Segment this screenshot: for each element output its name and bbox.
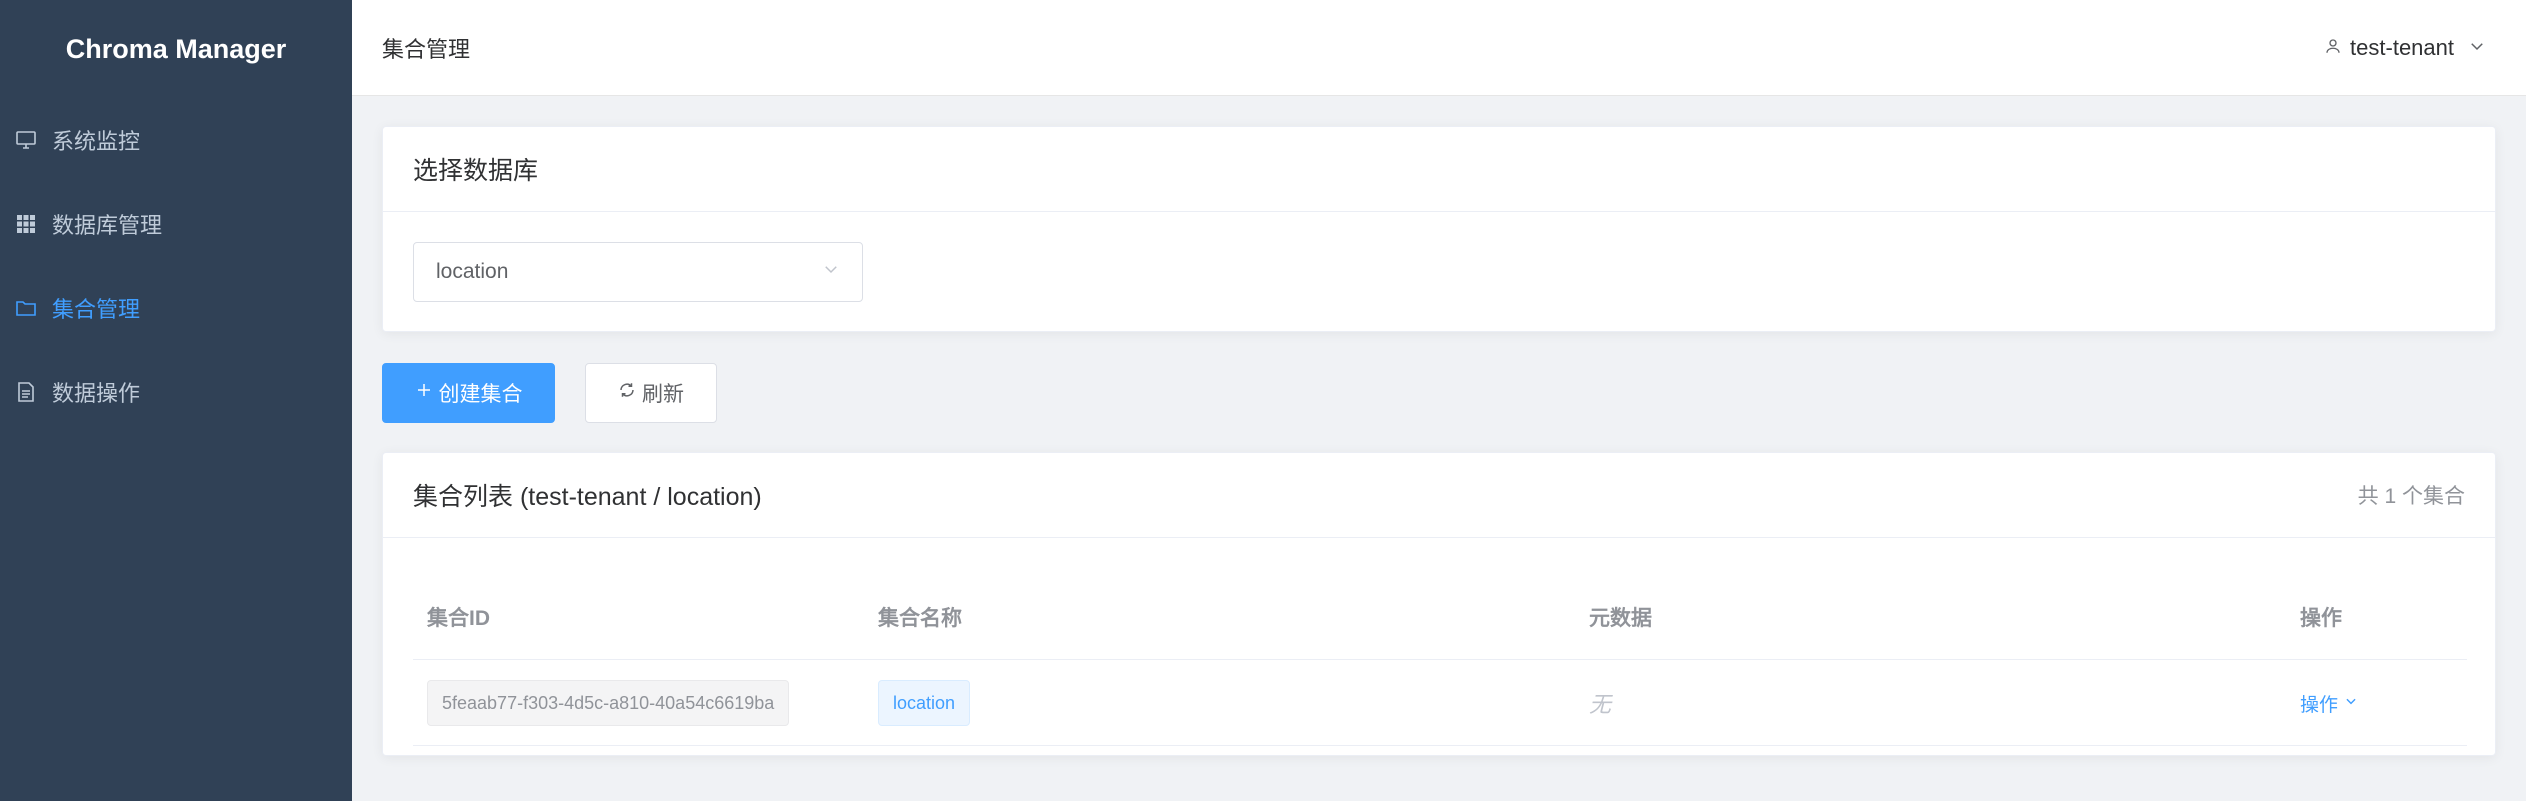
refresh-label: 刷新 — [642, 383, 684, 406]
app-logo: Chroma Manager — [65, 33, 287, 64]
user-name: test-tenant — [2350, 34, 2454, 60]
row-actions-dropdown[interactable]: 操作 — [2300, 690, 2358, 717]
refresh-icon — [618, 381, 642, 405]
metadata-value: 无 — [1589, 692, 1612, 717]
refresh-button[interactable]: 刷新 — [585, 363, 717, 423]
collection-id-tag: 5feaab77-f303-4d5c-a810-40a54c6619ba — [427, 680, 790, 726]
chevron-down-icon — [2468, 35, 2494, 61]
chevron-down-icon — [822, 260, 840, 284]
database-select-card: 选择数据库 location — [382, 126, 2496, 332]
chevron-down-icon — [2338, 692, 2358, 714]
monitor-icon — [14, 128, 38, 152]
card-title: 选择数据库 — [383, 127, 2495, 212]
user-menu[interactable]: test-tenant — [2324, 35, 2494, 61]
create-collection-button[interactable]: 创建集合 — [382, 363, 555, 423]
create-collection-label: 创建集合 — [438, 383, 523, 406]
user-icon — [2324, 35, 2350, 61]
row-actions-label: 操作 — [2300, 694, 2339, 716]
sidebar-item-data-operations[interactable]: 数据操作 — [0, 350, 352, 434]
sidebar-item-label: 数据操作 — [52, 381, 141, 406]
column-header-actions: 操作 — [2300, 607, 2342, 630]
top-header: 集合管理 test-tenant — [352, 0, 2526, 96]
collection-count: 共 1 个集合 — [2357, 485, 2465, 508]
sidebar-item-system-monitor[interactable]: 系统监控 — [0, 98, 352, 182]
sidebar-item-label: 集合管理 — [52, 297, 141, 322]
table-row: 5feaab77-f303-4d5c-a810-40a54c6619ba loc… — [413, 661, 2467, 746]
table-header: 集合ID 集合名称 元数据 操作 — [413, 575, 2467, 660]
sidebar-item-label: 数据库管理 — [52, 213, 163, 238]
column-header-metadata: 元数据 — [1589, 607, 1652, 630]
breadcrumb: 集合管理 — [382, 36, 471, 62]
collection-list-card: 集合列表 (test-tenant / location) 共 1 个集合 集合… — [382, 452, 2496, 756]
database-select[interactable]: location — [413, 242, 863, 302]
card-title: 集合列表 (test-tenant / location) 共 1 个集合 — [383, 453, 2495, 538]
document-icon — [14, 380, 38, 404]
collection-card-title: 集合列表 (test-tenant / location) — [413, 483, 762, 511]
column-header-id: 集合ID — [427, 607, 490, 630]
sidebar: Chroma Manager 系统监控 数据库管理 集合管理 数据操作 — [0, 0, 352, 801]
sidebar-item-database-management[interactable]: 数据库管理 — [0, 182, 352, 266]
column-header-name: 集合名称 — [878, 607, 962, 630]
database-card-title: 选择数据库 — [413, 157, 539, 185]
plus-icon — [415, 381, 439, 405]
sidebar-item-collection-management[interactable]: 集合管理 — [0, 266, 352, 350]
collection-name-tag: location — [878, 680, 971, 726]
sidebar-item-label: 系统监控 — [52, 129, 141, 154]
database-select-value: location — [436, 260, 509, 283]
folder-icon — [14, 296, 38, 320]
grid-icon — [14, 212, 38, 236]
